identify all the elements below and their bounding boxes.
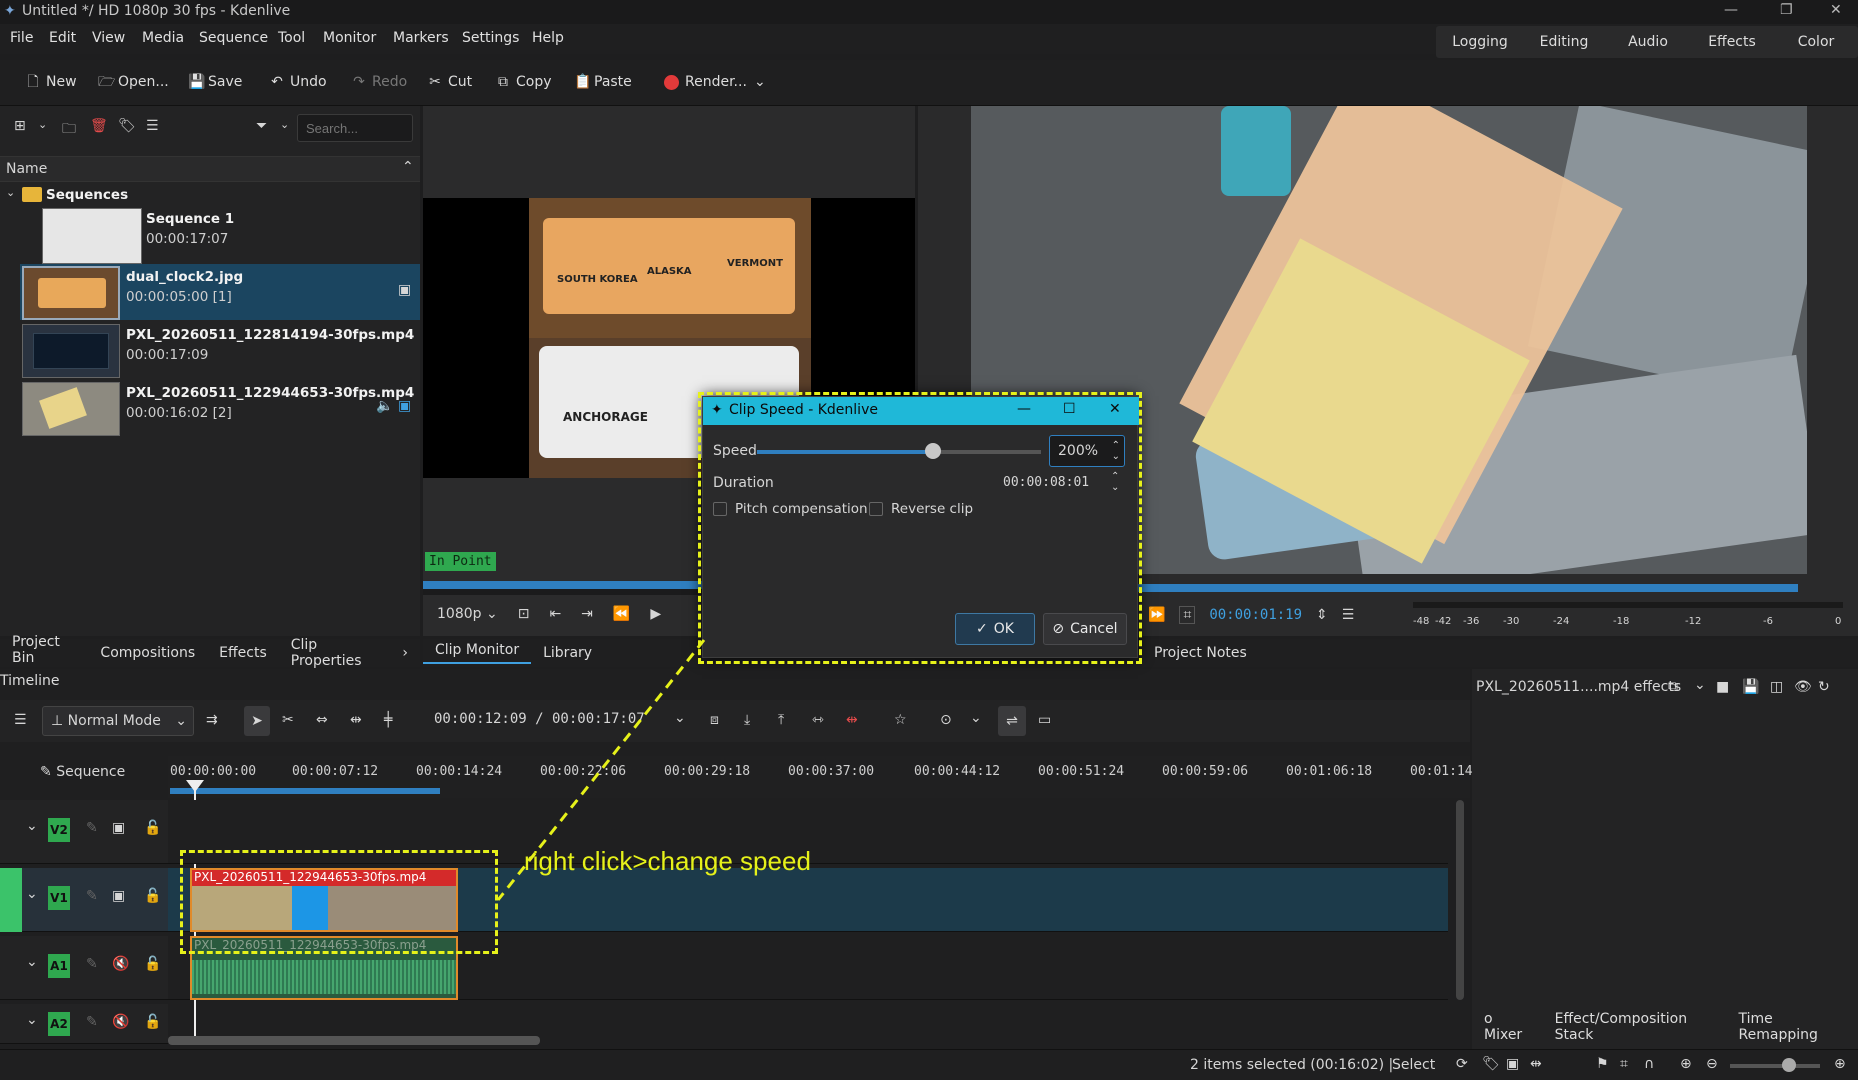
annotation-arrow	[496, 639, 706, 901]
annotation-text: right click>change speed	[524, 846, 811, 876]
